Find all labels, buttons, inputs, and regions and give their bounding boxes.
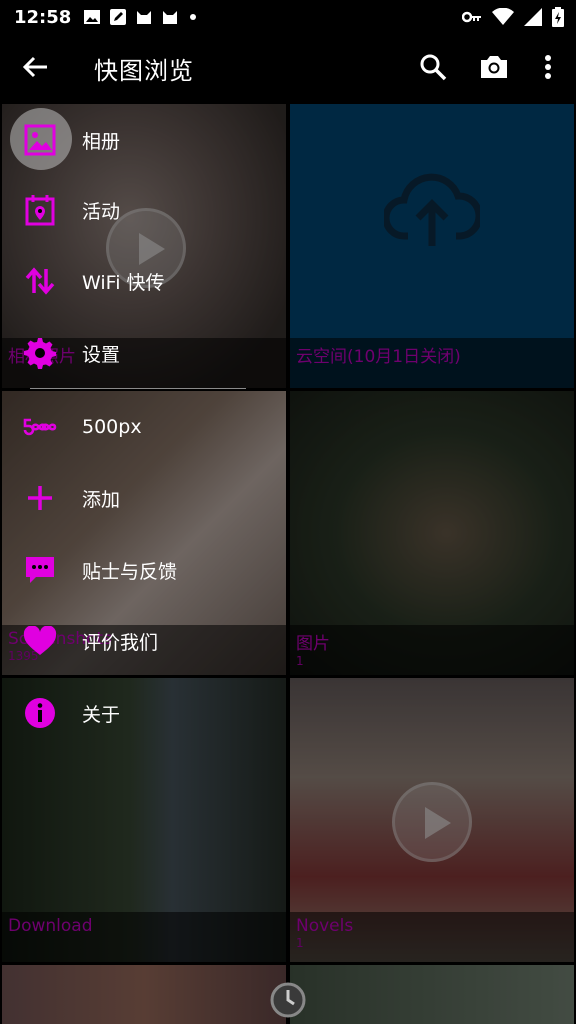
menu-item-about[interactable]: 关于 <box>0 677 300 749</box>
info-icon <box>22 695 58 731</box>
cat-notification-icon <box>137 11 152 24</box>
menu-divider <box>30 388 246 389</box>
wifi-icon <box>492 8 514 25</box>
cat-notification-icon-2 <box>163 11 178 24</box>
menu-item-wifi-transfer[interactable]: WiFi 快传 <box>0 245 300 317</box>
album-icon <box>22 122 58 158</box>
transfer-icon <box>22 263 58 299</box>
image-notification-icon <box>84 10 101 24</box>
feedback-icon <box>22 552 58 588</box>
menu-item-settings[interactable]: 设置 <box>0 317 300 389</box>
more-options-icon[interactable] <box>533 52 563 82</box>
gear-icon <box>22 335 58 371</box>
menu-item-500px[interactable]: 500px <box>0 391 300 463</box>
menu-item-label: 评价我们 <box>82 631 159 654</box>
menu-item-label: 贴士与反馈 <box>82 560 178 583</box>
page-title: 快图浏览 <box>94 57 194 85</box>
menu-item-label: 相册 <box>82 130 121 153</box>
status-bar: 12:58 <box>0 0 576 34</box>
menu-item-feedback[interactable]: 贴士与反馈 <box>0 534 300 606</box>
search-icon[interactable] <box>418 52 448 82</box>
status-time: 12:58 <box>14 6 72 28</box>
app-bar: 快图浏览 <box>0 34 576 100</box>
menu-item-label: 添加 <box>82 488 121 511</box>
menu-item-label: 关于 <box>82 703 121 726</box>
menu-item-album[interactable]: 相册 <box>0 104 300 176</box>
menu-item-label: 500px <box>82 416 142 438</box>
menu-item-label: WiFi 快传 <box>82 271 165 294</box>
menu-item-event[interactable]: 活动 <box>0 174 300 246</box>
menu-item-label: 设置 <box>82 343 121 366</box>
clock-icon <box>270 982 306 1018</box>
signal-icon <box>524 8 542 26</box>
heart-icon <box>22 623 58 659</box>
menu-item-add[interactable]: 添加 <box>0 462 300 534</box>
plus-icon <box>22 480 58 516</box>
menu-item-rate-us[interactable]: 评价我们 <box>0 605 300 677</box>
back-arrow-icon[interactable] <box>20 52 50 82</box>
camera-icon[interactable] <box>479 52 509 82</box>
battery-charging-icon <box>552 7 564 27</box>
dot-icon <box>190 14 197 20</box>
500px-icon <box>22 409 58 445</box>
event-icon <box>22 192 58 228</box>
edit-notification-icon <box>110 9 127 25</box>
menu-item-label: 活动 <box>82 200 121 223</box>
vpn-key-icon <box>462 11 481 23</box>
